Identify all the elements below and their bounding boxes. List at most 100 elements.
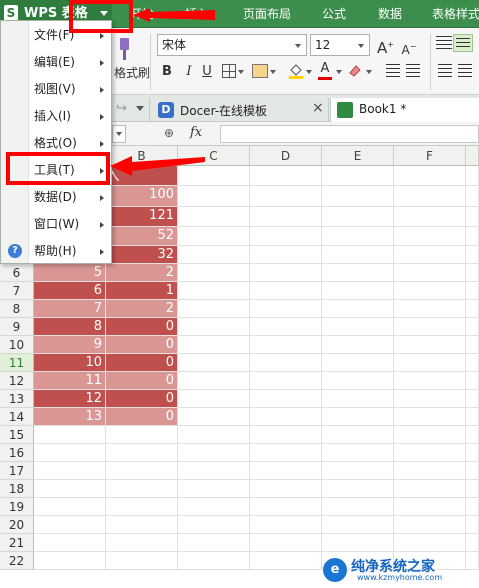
cell[interactable] (466, 264, 479, 282)
cell[interactable] (250, 318, 322, 336)
cell[interactable] (178, 227, 250, 246)
cell[interactable] (34, 480, 106, 498)
row-header[interactable]: 10 (0, 336, 34, 354)
cell[interactable] (322, 318, 394, 336)
cell[interactable] (178, 534, 250, 552)
cell[interactable] (178, 408, 250, 426)
cell[interactable] (178, 426, 250, 444)
cell[interactable] (394, 408, 466, 426)
cell[interactable]: 11 (34, 372, 106, 390)
cell[interactable] (250, 408, 322, 426)
cell[interactable] (178, 282, 250, 300)
cell[interactable] (466, 426, 479, 444)
row-header[interactable]: 9 (0, 318, 34, 336)
cell[interactable] (178, 300, 250, 318)
cell[interactable] (322, 227, 394, 246)
cell[interactable] (34, 462, 106, 480)
cell[interactable] (322, 354, 394, 372)
cell[interactable] (34, 498, 106, 516)
cell[interactable]: 5 (34, 264, 106, 282)
cell[interactable] (106, 444, 178, 462)
cell[interactable] (250, 227, 322, 246)
cell[interactable] (466, 372, 479, 390)
cell[interactable] (322, 264, 394, 282)
cell[interactable] (394, 246, 466, 264)
cell[interactable] (394, 207, 466, 227)
cell[interactable] (322, 516, 394, 534)
cell[interactable] (466, 354, 479, 372)
cell[interactable]: 0 (106, 354, 178, 372)
row-header[interactable]: 6 (0, 264, 34, 282)
cell[interactable]: 12 (34, 390, 106, 408)
row-header[interactable]: 18 (0, 480, 34, 498)
row-header[interactable]: 16 (0, 444, 34, 462)
cell[interactable]: 6 (34, 282, 106, 300)
cell[interactable] (394, 318, 466, 336)
cell[interactable] (466, 282, 479, 300)
cell[interactable] (322, 480, 394, 498)
cell[interactable] (466, 444, 479, 462)
cell[interactable]: 2 (106, 264, 178, 282)
cell[interactable] (250, 552, 322, 570)
cell[interactable] (250, 462, 322, 480)
row-header[interactable]: 20 (0, 516, 34, 534)
cell[interactable] (394, 390, 466, 408)
cell[interactable] (250, 534, 322, 552)
cell[interactable] (178, 390, 250, 408)
cell[interactable]: 121 (106, 207, 178, 227)
row-header[interactable]: 14 (0, 408, 34, 426)
cell[interactable] (34, 444, 106, 462)
cell[interactable] (394, 498, 466, 516)
cell[interactable]: 52 (106, 227, 178, 246)
cell[interactable] (250, 516, 322, 534)
cell[interactable] (250, 354, 322, 372)
cell[interactable] (34, 534, 106, 552)
cell[interactable] (466, 246, 479, 264)
cell[interactable] (466, 207, 479, 227)
row-header[interactable]: 12 (0, 372, 34, 390)
cell[interactable] (466, 227, 479, 246)
cell[interactable]: 2 (106, 300, 178, 318)
cell[interactable] (178, 264, 250, 282)
cell[interactable] (178, 444, 250, 462)
cell[interactable] (394, 480, 466, 498)
cell[interactable] (322, 444, 394, 462)
menu-item-window[interactable]: 窗口(W) (1, 211, 110, 238)
cell[interactable] (106, 534, 178, 552)
cell[interactable] (466, 336, 479, 354)
cell[interactable] (34, 552, 106, 570)
cell[interactable] (466, 534, 479, 552)
cell[interactable] (34, 426, 106, 444)
cell[interactable] (178, 207, 250, 227)
cell[interactable] (466, 498, 479, 516)
cell[interactable] (250, 300, 322, 318)
cell[interactable] (178, 498, 250, 516)
cell[interactable] (322, 372, 394, 390)
cell[interactable] (322, 282, 394, 300)
cell[interactable] (394, 426, 466, 444)
cell[interactable] (322, 300, 394, 318)
cell[interactable] (394, 372, 466, 390)
row-header[interactable]: 21 (0, 534, 34, 552)
cell[interactable] (250, 390, 322, 408)
cell[interactable] (466, 300, 479, 318)
cell[interactable]: 8 (34, 318, 106, 336)
cell[interactable]: 13 (34, 408, 106, 426)
cell[interactable] (178, 480, 250, 498)
cell[interactable]: 0 (106, 408, 178, 426)
cell[interactable] (394, 300, 466, 318)
row-header[interactable]: 22 (0, 552, 34, 570)
cell[interactable]: 0 (106, 318, 178, 336)
cell[interactable] (322, 390, 394, 408)
cell[interactable] (178, 552, 250, 570)
cell[interactable] (178, 336, 250, 354)
row-header[interactable]: 8 (0, 300, 34, 318)
cell[interactable]: 1 (106, 282, 178, 300)
cell[interactable] (250, 480, 322, 498)
cell[interactable] (466, 480, 479, 498)
cell[interactable]: 32 (106, 246, 178, 264)
cell[interactable]: 7 (34, 300, 106, 318)
cell[interactable] (394, 264, 466, 282)
cell[interactable] (250, 264, 322, 282)
cell[interactable] (466, 408, 479, 426)
